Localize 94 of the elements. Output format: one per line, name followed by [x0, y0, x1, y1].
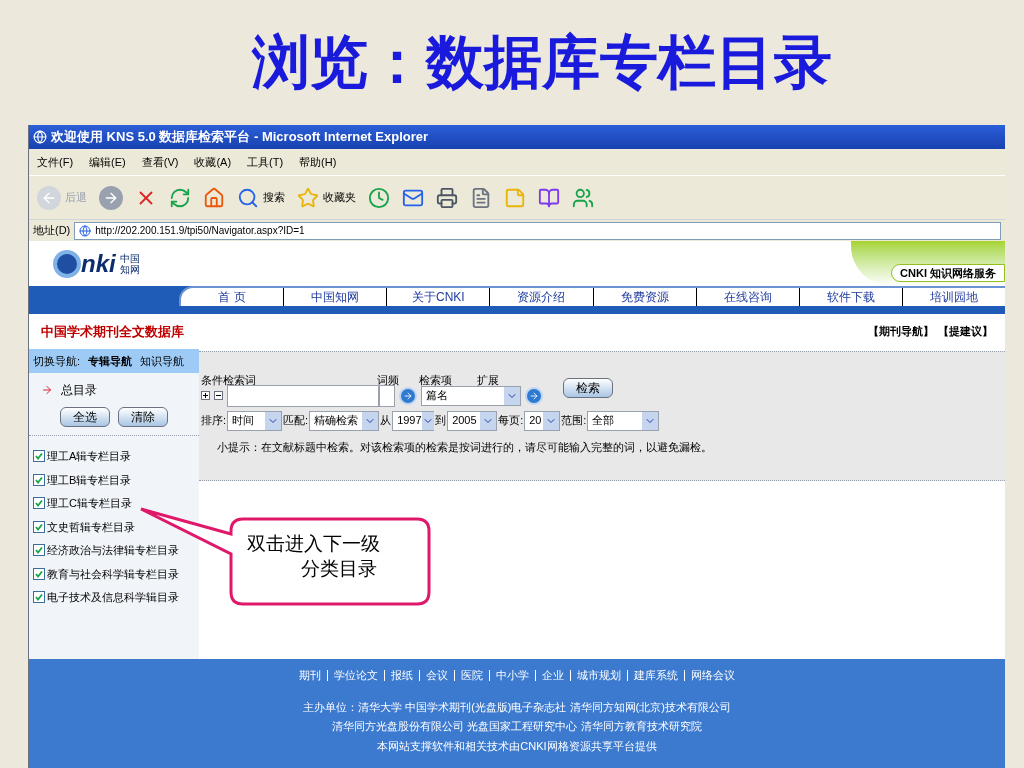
arrow-icon — [41, 384, 53, 396]
footer-link[interactable]: 医院 — [455, 669, 490, 681]
footer-text: 本网站支撑软件和相关技术由CNKI网格资源共享平台提供 — [377, 738, 657, 754]
search-term-field[interactable] — [227, 384, 379, 407]
option-select[interactable]: 20 — [524, 410, 561, 431]
globe-icon — [79, 224, 92, 237]
nav-link[interactable]: 培训园地 — [902, 288, 1005, 306]
window-title: 欢迎使用 KNS 5.0 数据库检索平台 - Microsoft Internet Explorer — [51, 128, 429, 147]
clock-icon — [368, 186, 390, 209]
callout-text: 双击进入下一级 分类目录 — [247, 531, 380, 581]
footer-link[interactable]: 网络会议 — [685, 667, 741, 684]
top-link[interactable]: 【提建议】 — [938, 323, 993, 340]
document-icon — [470, 186, 492, 209]
frequency-field[interactable] — [379, 384, 395, 407]
option-label: 到 — [435, 413, 447, 429]
category-label[interactable]: 经济政治与法律辑专栏目录 — [47, 542, 179, 559]
footer-link[interactable]: 期刊 — [293, 669, 328, 681]
category-label[interactable]: 理工A辑专栏目录 — [47, 448, 132, 465]
book-icon — [538, 186, 560, 209]
search-button[interactable]: 搜索 — [233, 186, 289, 209]
option-label: 范围: — [561, 413, 587, 429]
checkbox[interactable] — [33, 591, 45, 604]
category-label[interactable]: 电子技术及信息科学辑目录 — [47, 589, 179, 606]
refresh-icon — [169, 186, 191, 209]
footer-link[interactable]: 学位论文 — [328, 669, 385, 681]
footer-link[interactable]: 中小学 — [490, 669, 536, 681]
option-label: 排序: — [201, 413, 227, 429]
nav-link[interactable]: 关于CNKI — [387, 288, 491, 306]
footer-link[interactable]: 会议 — [420, 669, 455, 681]
category-label[interactable]: 理工C辑专栏目录 — [47, 495, 132, 512]
column-header: 条件检索词 — [201, 373, 257, 388]
menu-item[interactable]: 查看(V) — [141, 153, 179, 171]
footer-link[interactable]: 建库系统 — [628, 669, 685, 681]
search-button[interactable]: 检索 — [563, 377, 613, 398]
footer-text: 清华同方光盘股份有限公司 光盘国家工程研究中心 清华同方教育技术研究院 — [332, 719, 702, 734]
tree-root[interactable]: 总目录 — [61, 381, 97, 399]
sidebar-button[interactable]: 全选 — [60, 407, 110, 427]
nav-link[interactable]: 资源介绍 — [490, 288, 594, 306]
nav-link[interactable]: 首 页 — [181, 288, 285, 306]
note-icon — [504, 186, 526, 209]
menu-item[interactable]: 编辑(E) — [89, 153, 126, 171]
minus-icon[interactable] — [214, 391, 223, 400]
menu-item[interactable]: 文件(F) — [37, 153, 74, 171]
checkbox[interactable] — [33, 473, 45, 486]
menu-item[interactable]: 工具(T) — [247, 153, 284, 171]
option-label: 从 — [380, 413, 392, 429]
home-icon — [203, 186, 225, 209]
nav-link[interactable]: 软件下载 — [799, 288, 903, 306]
option-select[interactable]: 全部 — [587, 410, 660, 431]
people-icon — [572, 186, 594, 209]
footer-text: 主办单位：清华大学 中国学术期刊(光盘版)电子杂志社 清华同方知网(北京)技术有限公司 — [303, 699, 731, 715]
switch-label: 切换导航: — [33, 353, 81, 369]
address-field[interactable]: http://202.200.151.9/tpi50/Navigator.aspx?ID=1 — [74, 221, 1001, 240]
checkbox[interactable] — [33, 567, 45, 580]
category-label[interactable]: 文史哲辑专栏目录 — [47, 518, 135, 535]
category-label[interactable]: 理工B辑专栏目录 — [47, 471, 132, 488]
address-label: 地址(D) — [33, 223, 71, 239]
slide-title: 浏览：数据库专栏目录 — [250, 27, 832, 98]
footer-link[interactable]: 企业 — [536, 669, 571, 681]
checkbox[interactable] — [33, 544, 45, 557]
database-title: 中国学术期刊全文数据库 — [41, 322, 184, 341]
checkbox[interactable] — [33, 450, 45, 463]
nav-link[interactable]: 免费资源 — [593, 288, 697, 306]
column-header: 检索项 — [419, 373, 453, 388]
category-label[interactable]: 教育与社会科学辑专栏目录 — [47, 565, 179, 582]
top-link[interactable]: 【期刊导航】 — [868, 323, 934, 340]
option-select[interactable]: 时间 — [227, 410, 283, 431]
nav-link[interactable]: 在线咨询 — [696, 288, 800, 306]
service-badge: CNKI 知识网络服务 — [891, 263, 1005, 282]
checkbox[interactable] — [33, 520, 45, 533]
search-hint: 小提示：在文献标题中检索。对该检索项的检索是按词进行的，请尽可能输入完整的词，以避免漏检。 — [216, 439, 713, 455]
checkbox[interactable] — [33, 497, 45, 510]
option-label: 匹配: — [283, 413, 309, 429]
sidebar-button[interactable]: 清除 — [118, 407, 168, 427]
menu-item[interactable]: 帮助(H) — [299, 153, 337, 171]
nav-tab[interactable]: 知识导航 — [140, 352, 185, 370]
column-header: 词频 — [377, 373, 400, 388]
option-label: 每页: — [498, 413, 524, 429]
plus-icon[interactable] — [201, 391, 210, 400]
option-select[interactable]: 1997 — [392, 410, 435, 431]
option-select[interactable]: 2005 — [447, 410, 498, 431]
page-icon — [33, 130, 47, 144]
star-icon — [297, 186, 319, 209]
favorites-button[interactable]: 收藏夹 — [293, 186, 360, 209]
field-select[interactable]: 篇名 — [421, 385, 521, 406]
printer-icon — [436, 186, 458, 209]
menu-item[interactable]: 收藏(A) — [194, 153, 232, 171]
nav-link[interactable]: 中国知网 — [284, 288, 388, 306]
footer-link[interactable]: 报纸 — [385, 669, 420, 681]
footer-link[interactable]: 城市规划 — [571, 669, 628, 681]
search-icon — [237, 186, 259, 209]
nav-tab[interactable]: 专辑导航 — [88, 352, 133, 370]
column-header: 扩展 — [477, 373, 500, 388]
option-select[interactable]: 精确检索 — [309, 410, 380, 431]
